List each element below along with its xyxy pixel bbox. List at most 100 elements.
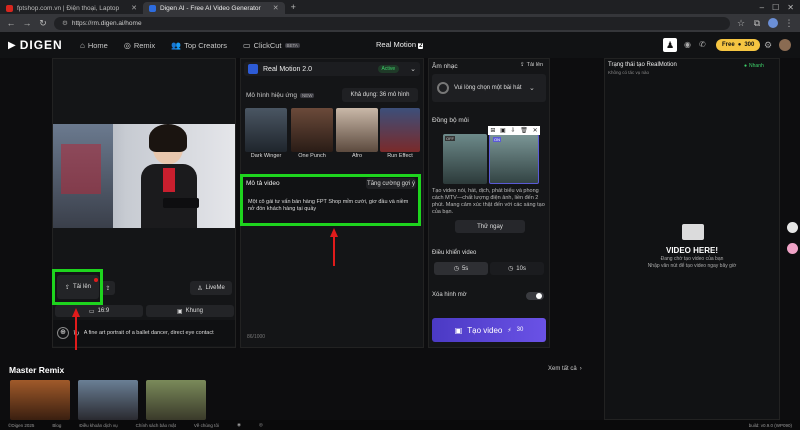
digen-logo[interactable]: ▶ DIGEN [8,38,80,52]
remix-thumb[interactable] [146,380,206,420]
clickcut-icon: ▭ [243,40,251,50]
browser-tab-bar: fptshop.com.vn | Điện thoại, Laptop ✕ Di… [0,0,800,14]
footer-link-terms[interactable]: Điều khoản dịch vụ [79,423,117,428]
effect-thumb-dark-winger[interactable] [245,108,287,152]
nav-label: Remix [133,40,156,50]
duration-label: 10s [516,265,526,272]
duration-10s-button[interactable]: ◷ 10s [490,262,544,275]
settings-gear-icon[interactable]: ⚙ [764,40,772,51]
liveme-button[interactable]: ♙ LiveMe [190,281,232,295]
clock-icon: ◷ [453,266,459,272]
chat-icon[interactable]: ✆ [699,40,706,49]
minimize-icon[interactable]: – [760,3,764,12]
effect-thumb-afro[interactable] [336,108,378,152]
close-tab-icon[interactable]: ✕ [131,4,137,12]
floating-button-top[interactable] [787,222,798,233]
create-label: Tạo video [467,325,503,335]
real-motion-title: Real Motion 2 [376,40,424,49]
chevron-down-icon: ⌄ [410,66,416,73]
model-selector[interactable]: Real Motion 2.0 Active ⌄ [244,62,420,76]
menu-icon[interactable]: ⋮ [784,18,794,29]
credits-button[interactable]: Free ● 300 [716,39,761,51]
version-badge: 2 [418,43,424,49]
close-tab-icon[interactable]: ✕ [273,4,279,12]
footer-link-about[interactable]: Về chúng tôi [194,423,219,428]
effect-thumb-run-effect[interactable] [380,108,420,152]
floating-button-bottom[interactable] [787,243,798,254]
profile-avatar[interactable] [768,18,778,28]
site-info-icon[interactable]: ⚙ [62,19,68,27]
available-models-button[interactable]: Khả dụng: 36 mô hình [342,88,418,102]
prompt-suggestion[interactable]: A fine art portrait of a ballet dancer, … [84,330,214,336]
nav-clickcut[interactable]: ▭ ClickCut BETA [243,41,300,50]
user-avatar[interactable] [779,39,791,51]
lipsync-preview-on: ON [489,134,539,184]
disc-icon [437,82,449,94]
browser-tab-digen[interactable]: Digen AI - Free AI Video Generator ✕ [143,2,285,14]
prompt-row: ⊕ ↻ A fine art portrait of a ballet danc… [53,320,235,346]
reload-icon[interactable]: ↻ [38,18,48,29]
create-video-button[interactable]: ▣ Tạo video ⚡ 30 [432,318,546,342]
extensions-icon[interactable]: ⧉ [752,18,762,29]
upload-icon: ⇪ [520,62,525,68]
remix-icon: ◎ [123,40,131,50]
music-upload-button[interactable]: ⇪ Tải lên [520,62,543,68]
footer-link-blog[interactable]: Blog [52,423,61,428]
music-select-label: Vui lòng chọn một bài hát [454,84,522,91]
logo-mark-icon: ▶ [8,39,17,51]
effect-label: One Punch [298,153,326,159]
frame-icon[interactable]: ▣ [500,127,506,134]
music-select[interactable]: Vui lòng chọn một bài hát ⌄ [432,74,546,102]
title-text: Real Motion [376,40,417,49]
new-badge: NEW [299,93,315,98]
duration-5s-button[interactable]: ◷ 5s [434,262,488,275]
footer-link-privacy[interactable]: Chính sách bảo mật [136,423,176,428]
effects-title: Mô hình hiệu ứng NEW [246,92,315,99]
close-window-icon[interactable]: ✕ [787,3,794,12]
address-bar[interactable]: ⚙ https://rm.digen.ai/home [54,16,730,30]
uploaded-image [53,124,235,228]
duration-label: 5s [461,265,469,272]
upload-alt-button[interactable]: ⇪ [101,281,115,295]
delete-icon[interactable]: 🗑 [520,127,528,134]
back-icon[interactable]: ← [6,18,16,28]
effect-thumb-one-punch[interactable] [291,108,333,152]
footer-social-icon[interactable]: ◉ [237,422,241,428]
chevron-down-icon: ⌄ [529,85,535,92]
liveme-label: LiveMe [205,285,225,291]
nav-top-creators[interactable]: 👥 Top Creators [171,41,227,50]
remix-thumb[interactable] [78,380,138,420]
people-icon: 👥 [171,40,182,50]
blur-label: Xóa hình mờ [432,292,467,298]
crop-icon[interactable]: ⊞ [490,127,495,134]
fast-mode-toggle[interactable]: ● Nhanh [744,63,764,69]
bookmark-star-icon[interactable]: ☆ [736,18,746,29]
nav-remix[interactable]: ◎ Remix [124,41,155,50]
see-all-label: Xem tất cả [548,366,577,372]
globe-icon[interactable]: ⊕ [57,327,69,339]
build-version: build: v0.9.0 (WP090) [748,422,792,428]
logo-text: DIGEN [19,38,63,52]
forward-icon[interactable]: → [22,18,32,28]
blur-toggle[interactable] [526,292,544,300]
feature-icon[interactable]: ♟ [663,38,677,52]
frame-button[interactable]: ▣ Khung [146,305,234,317]
try-label: Thử ngay [477,223,503,230]
download-icon[interactable]: ⇩ [511,127,516,134]
status-title: Trạng thái tạo RealMotion [608,62,677,68]
frame-label: Khung [185,308,204,314]
discord-icon[interactable]: ◉ [684,40,691,49]
browser-tab-fptshop[interactable]: fptshop.com.vn | Điện thoại, Laptop ✕ [0,2,143,14]
nav-home[interactable]: ⌂ Home [80,41,108,50]
maximize-icon[interactable]: ☐ [772,3,779,12]
fast-label: Nhanh [749,63,764,69]
see-all-link[interactable]: Xem tất cả › [548,366,582,372]
aspect-ratio-button[interactable]: ▭ 16:9 [55,305,143,317]
close-icon[interactable]: ✕ [533,127,538,134]
remix-thumb[interactable] [10,380,70,420]
footer-social-icon[interactable]: ◎ [259,422,263,428]
off-badge: OFF [445,136,455,141]
new-tab-button[interactable]: + [291,2,296,12]
try-now-button[interactable]: Thử ngay [455,220,525,233]
lightning-icon: ● [744,63,748,69]
